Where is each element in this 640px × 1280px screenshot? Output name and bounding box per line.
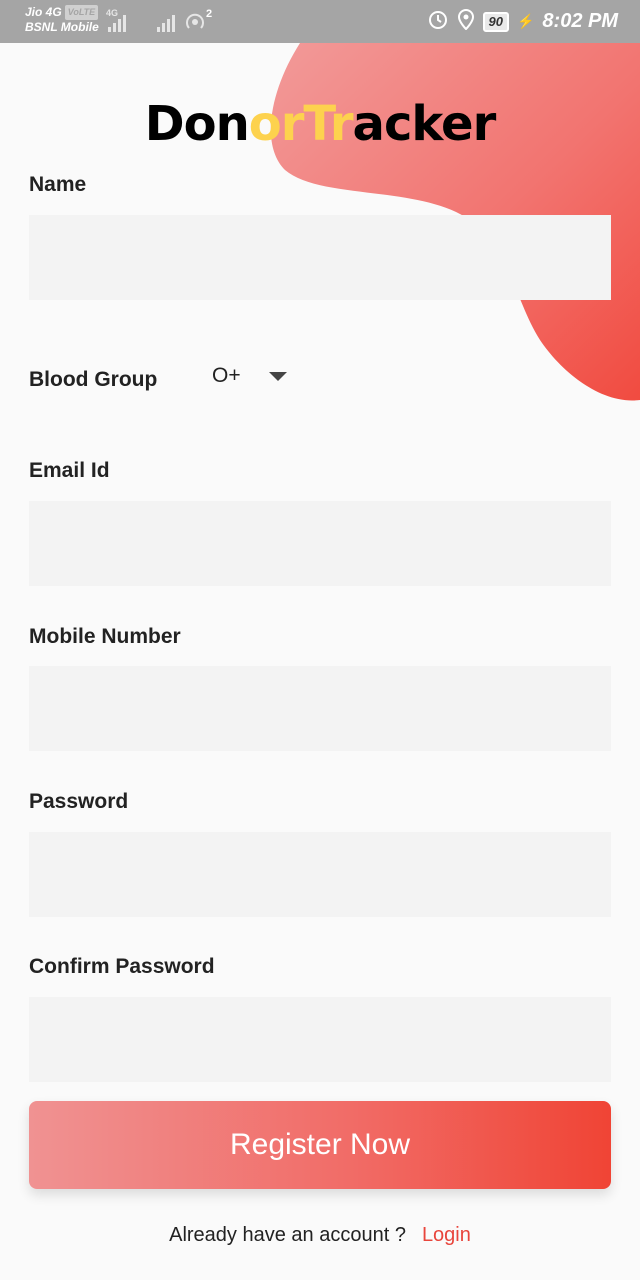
blood-group-value: O+ (212, 364, 241, 387)
carrier-info: Jio 4G VoLTE BSNL Mobile (25, 5, 99, 35)
login-prompt-text: Already have an account ? (169, 1224, 406, 1246)
status-bar: Jio 4G VoLTE BSNL Mobile 4G 2 90 ⚡ 8:02 P… (0, 0, 640, 43)
hotspot-icon (184, 11, 206, 38)
name-input[interactable] (29, 215, 611, 300)
hotspot-count: 2 (206, 8, 213, 20)
mobile-input[interactable] (29, 666, 611, 751)
password-label: Password (29, 790, 129, 813)
login-prompt: Already have an account ? Login (0, 1224, 640, 1247)
clock: 8:02 PM (542, 10, 618, 32)
charging-icon: ⚡ (516, 13, 535, 29)
confirm-password-label: Confirm Password (29, 955, 215, 978)
volte-badge: VoLTE (64, 5, 99, 21)
password-input[interactable] (29, 832, 611, 917)
login-link[interactable]: Login (422, 1224, 471, 1246)
mobile-label: Mobile Number (29, 625, 181, 648)
blood-group-dropdown[interactable]: O+ (212, 364, 287, 388)
email-label: Email Id (29, 459, 110, 482)
blood-group-label: Blood Group (29, 368, 158, 391)
signal-icon (157, 10, 175, 32)
decorative-blob (270, 43, 640, 401)
carrier-2: BSNL Mobile (25, 20, 99, 35)
chevron-down-icon (268, 371, 287, 381)
app-logo: DonorTracker (144, 96, 496, 152)
carrier-1: Jio 4G (25, 5, 62, 19)
battery-icon: 90 (482, 11, 509, 32)
register-button[interactable]: Register Now (29, 1101, 611, 1189)
location-icon (457, 8, 475, 35)
alarm-icon (427, 8, 449, 35)
confirm-password-input[interactable] (29, 997, 611, 1082)
network-type: 4G (106, 8, 119, 18)
name-label: Name (29, 173, 87, 196)
email-input[interactable] (29, 501, 611, 586)
